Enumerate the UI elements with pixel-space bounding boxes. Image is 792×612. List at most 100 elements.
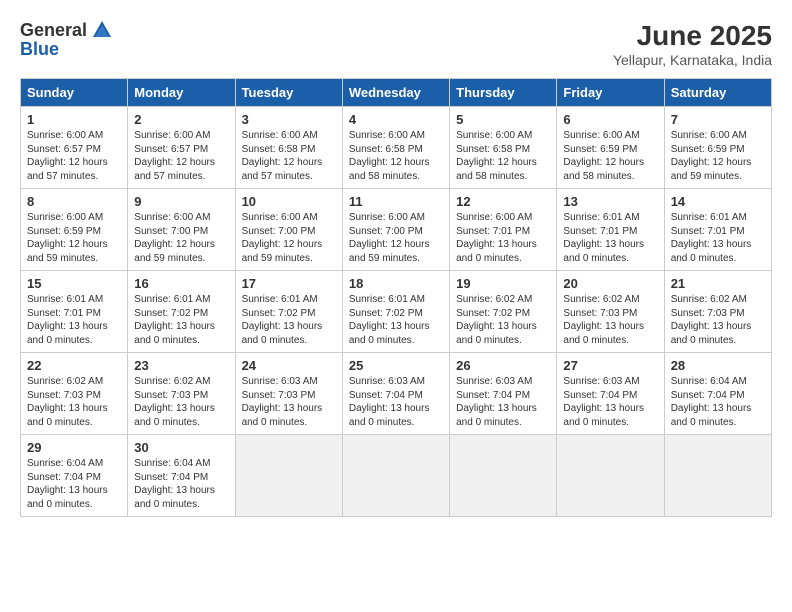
day-number: 21 (671, 276, 765, 291)
calendar-cell: 28 Sunrise: 6:04 AMSunset: 7:04 PMDaylig… (664, 353, 771, 435)
calendar-cell: 9 Sunrise: 6:00 AMSunset: 7:00 PMDayligh… (128, 189, 235, 271)
cell-info: Sunrise: 6:03 AMSunset: 7:04 PMDaylight:… (456, 375, 550, 429)
cell-info: Sunrise: 6:00 AMSunset: 6:58 PMDaylight:… (456, 129, 550, 183)
day-number: 12 (456, 194, 550, 209)
calendar-cell (450, 435, 557, 517)
calendar-cell: 2 Sunrise: 6:00 AMSunset: 6:57 PMDayligh… (128, 107, 235, 189)
calendar-week-5: 29 Sunrise: 6:04 AMSunset: 7:04 PMDaylig… (21, 435, 772, 517)
day-number: 4 (349, 112, 443, 127)
calendar-cell: 4 Sunrise: 6:00 AMSunset: 6:58 PMDayligh… (342, 107, 449, 189)
day-number: 28 (671, 358, 765, 373)
calendar-cell: 1 Sunrise: 6:00 AMSunset: 6:57 PMDayligh… (21, 107, 128, 189)
calendar-cell: 10 Sunrise: 6:00 AMSunset: 7:00 PMDaylig… (235, 189, 342, 271)
calendar-cell: 30 Sunrise: 6:04 AMSunset: 7:04 PMDaylig… (128, 435, 235, 517)
calendar-cell: 22 Sunrise: 6:02 AMSunset: 7:03 PMDaylig… (21, 353, 128, 435)
day-number: 29 (27, 440, 121, 455)
calendar-cell (342, 435, 449, 517)
cell-info: Sunrise: 6:01 AMSunset: 7:01 PMDaylight:… (563, 211, 657, 265)
logo: General Blue (20, 20, 113, 60)
col-wednesday: Wednesday (342, 79, 449, 107)
cell-info: Sunrise: 6:01 AMSunset: 7:01 PMDaylight:… (27, 293, 121, 347)
day-number: 20 (563, 276, 657, 291)
day-number: 2 (134, 112, 228, 127)
calendar-week-2: 8 Sunrise: 6:00 AMSunset: 6:59 PMDayligh… (21, 189, 772, 271)
logo-general-text: General (20, 20, 87, 41)
cell-info: Sunrise: 6:01 AMSunset: 7:02 PMDaylight:… (242, 293, 336, 347)
col-sunday: Sunday (21, 79, 128, 107)
day-number: 24 (242, 358, 336, 373)
calendar-cell (235, 435, 342, 517)
day-number: 23 (134, 358, 228, 373)
day-number: 14 (671, 194, 765, 209)
col-thursday: Thursday (450, 79, 557, 107)
calendar-cell: 3 Sunrise: 6:00 AMSunset: 6:58 PMDayligh… (235, 107, 342, 189)
cell-info: Sunrise: 6:00 AMSunset: 6:59 PMDaylight:… (563, 129, 657, 183)
location: Yellapur, Karnataka, India (613, 52, 772, 68)
logo-icon (91, 19, 113, 41)
calendar-cell: 19 Sunrise: 6:02 AMSunset: 7:02 PMDaylig… (450, 271, 557, 353)
calendar-cell: 6 Sunrise: 6:00 AMSunset: 6:59 PMDayligh… (557, 107, 664, 189)
cell-info: Sunrise: 6:03 AMSunset: 7:04 PMDaylight:… (563, 375, 657, 429)
calendar-week-4: 22 Sunrise: 6:02 AMSunset: 7:03 PMDaylig… (21, 353, 772, 435)
day-number: 30 (134, 440, 228, 455)
calendar-cell: 21 Sunrise: 6:02 AMSunset: 7:03 PMDaylig… (664, 271, 771, 353)
day-number: 8 (27, 194, 121, 209)
day-number: 15 (27, 276, 121, 291)
calendar-cell: 11 Sunrise: 6:00 AMSunset: 7:00 PMDaylig… (342, 189, 449, 271)
day-number: 22 (27, 358, 121, 373)
day-number: 17 (242, 276, 336, 291)
calendar-cell: 13 Sunrise: 6:01 AMSunset: 7:01 PMDaylig… (557, 189, 664, 271)
cell-info: Sunrise: 6:02 AMSunset: 7:03 PMDaylight:… (563, 293, 657, 347)
cell-info: Sunrise: 6:00 AMSunset: 7:00 PMDaylight:… (134, 211, 228, 265)
calendar-cell: 12 Sunrise: 6:00 AMSunset: 7:01 PMDaylig… (450, 189, 557, 271)
month-title: June 2025 (613, 20, 772, 52)
cell-info: Sunrise: 6:00 AMSunset: 7:00 PMDaylight:… (242, 211, 336, 265)
cell-info: Sunrise: 6:00 AMSunset: 7:01 PMDaylight:… (456, 211, 550, 265)
calendar-cell: 15 Sunrise: 6:01 AMSunset: 7:01 PMDaylig… (21, 271, 128, 353)
day-number: 26 (456, 358, 550, 373)
cell-info: Sunrise: 6:00 AMSunset: 6:58 PMDaylight:… (349, 129, 443, 183)
day-number: 10 (242, 194, 336, 209)
calendar-cell: 29 Sunrise: 6:04 AMSunset: 7:04 PMDaylig… (21, 435, 128, 517)
cell-info: Sunrise: 6:03 AMSunset: 7:03 PMDaylight:… (242, 375, 336, 429)
calendar-cell: 5 Sunrise: 6:00 AMSunset: 6:58 PMDayligh… (450, 107, 557, 189)
page-header: General Blue June 2025 Yellapur, Karnata… (20, 20, 772, 68)
calendar-cell (557, 435, 664, 517)
day-number: 1 (27, 112, 121, 127)
calendar-cell: 14 Sunrise: 6:01 AMSunset: 7:01 PMDaylig… (664, 189, 771, 271)
calendar-cell: 24 Sunrise: 6:03 AMSunset: 7:03 PMDaylig… (235, 353, 342, 435)
cell-info: Sunrise: 6:01 AMSunset: 7:02 PMDaylight:… (349, 293, 443, 347)
calendar-cell: 25 Sunrise: 6:03 AMSunset: 7:04 PMDaylig… (342, 353, 449, 435)
day-number: 19 (456, 276, 550, 291)
day-number: 6 (563, 112, 657, 127)
cell-info: Sunrise: 6:02 AMSunset: 7:03 PMDaylight:… (671, 293, 765, 347)
calendar-cell: 26 Sunrise: 6:03 AMSunset: 7:04 PMDaylig… (450, 353, 557, 435)
cell-info: Sunrise: 6:04 AMSunset: 7:04 PMDaylight:… (134, 457, 228, 511)
calendar-week-1: 1 Sunrise: 6:00 AMSunset: 6:57 PMDayligh… (21, 107, 772, 189)
day-number: 13 (563, 194, 657, 209)
day-number: 9 (134, 194, 228, 209)
cell-info: Sunrise: 6:00 AMSunset: 6:57 PMDaylight:… (134, 129, 228, 183)
cell-info: Sunrise: 6:04 AMSunset: 7:04 PMDaylight:… (671, 375, 765, 429)
calendar-cell: 20 Sunrise: 6:02 AMSunset: 7:03 PMDaylig… (557, 271, 664, 353)
calendar-cell: 18 Sunrise: 6:01 AMSunset: 7:02 PMDaylig… (342, 271, 449, 353)
cell-info: Sunrise: 6:02 AMSunset: 7:03 PMDaylight:… (134, 375, 228, 429)
cell-info: Sunrise: 6:04 AMSunset: 7:04 PMDaylight:… (27, 457, 121, 511)
col-friday: Friday (557, 79, 664, 107)
calendar-cell: 23 Sunrise: 6:02 AMSunset: 7:03 PMDaylig… (128, 353, 235, 435)
day-number: 3 (242, 112, 336, 127)
col-monday: Monday (128, 79, 235, 107)
calendar-cell (664, 435, 771, 517)
col-tuesday: Tuesday (235, 79, 342, 107)
cell-info: Sunrise: 6:01 AMSunset: 7:02 PMDaylight:… (134, 293, 228, 347)
calendar-week-3: 15 Sunrise: 6:01 AMSunset: 7:01 PMDaylig… (21, 271, 772, 353)
cell-info: Sunrise: 6:02 AMSunset: 7:02 PMDaylight:… (456, 293, 550, 347)
day-number: 25 (349, 358, 443, 373)
col-saturday: Saturday (664, 79, 771, 107)
day-number: 7 (671, 112, 765, 127)
calendar-cell: 8 Sunrise: 6:00 AMSunset: 6:59 PMDayligh… (21, 189, 128, 271)
calendar-table: Sunday Monday Tuesday Wednesday Thursday… (20, 78, 772, 517)
calendar-header-row: Sunday Monday Tuesday Wednesday Thursday… (21, 79, 772, 107)
title-block: June 2025 Yellapur, Karnataka, India (613, 20, 772, 68)
calendar-cell: 27 Sunrise: 6:03 AMSunset: 7:04 PMDaylig… (557, 353, 664, 435)
